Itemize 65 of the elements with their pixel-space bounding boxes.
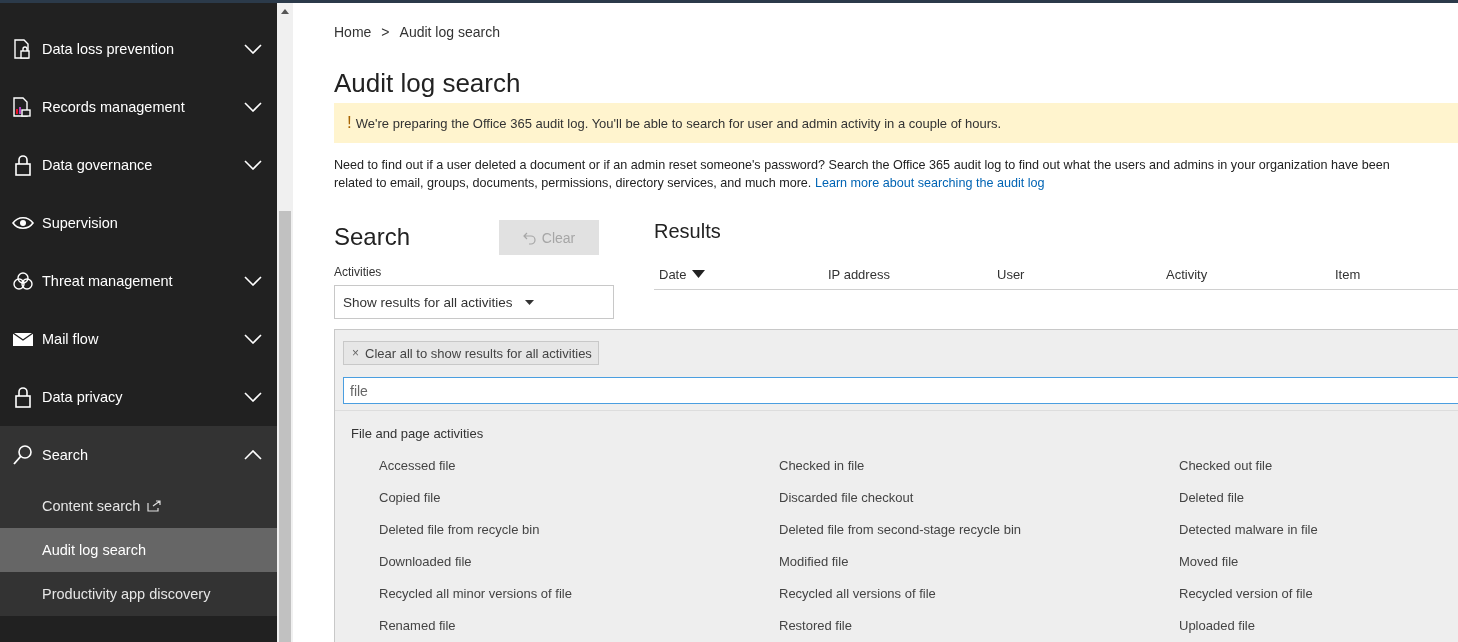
caret-icon: [524, 299, 534, 305]
page-title: Audit log search: [334, 68, 522, 99]
activity-option[interactable]: Downloaded file: [379, 554, 472, 572]
activity-option[interactable]: Uploaded file: [1179, 618, 1255, 636]
chevron-up-icon: [244, 450, 262, 460]
chevron-down-icon: [244, 334, 262, 344]
search-heading: Search: [334, 223, 411, 251]
activities-dropdown[interactable]: Show results for all activities: [334, 285, 614, 319]
sidebar-item[interactable]: Threat management: [0, 252, 277, 310]
clear-all-chip[interactable]: × Clear all to show results for all activities: [343, 341, 599, 365]
filter-field[interactable]: file: [343, 377, 1458, 404]
sidebar-subitem[interactable]: Audit log search: [0, 528, 277, 572]
sidebar-item[interactable]: Mail flow: [0, 310, 277, 368]
scrollbar[interactable]: [277, 3, 293, 642]
column-header[interactable]: Date: [654, 259, 823, 289]
activities-label: Activities: [334, 265, 383, 279]
sidebar-subitem[interactable]: Productivity app discovery: [0, 572, 277, 616]
activity-option[interactable]: Deleted file from recycle bin: [379, 522, 540, 540]
activity-option[interactable]: Accessed file: [379, 458, 456, 476]
activity-option[interactable]: Modified file: [779, 554, 849, 572]
activity-option[interactable]: Recycled all minor versions of file: [379, 586, 572, 604]
breadcrumb-separator: >: [381, 24, 390, 40]
activity-option[interactable]: Checked in file: [779, 458, 865, 476]
breadcrumb-link[interactable]: Audit log search: [399, 24, 500, 40]
activity-option[interactable]: Recycled version of file: [1179, 586, 1313, 604]
activity-option[interactable]: Moved file: [1179, 554, 1239, 572]
search-icon: [12, 444, 34, 466]
sidebar-item[interactable]: Supervision: [0, 194, 277, 252]
column-header[interactable]: IP address: [823, 259, 992, 289]
sidebar-item[interactable]: Records management: [0, 78, 277, 136]
group-heading: File and page activities: [351, 426, 484, 441]
learn-more-link[interactable]: Learn more about searching the audit log: [814, 176, 1045, 190]
activity-option[interactable]: Renamed file: [379, 618, 456, 636]
description-text: Need to find out if a user deleted a document or if an admin reset someone's password? Search the Office 365 audit log to find out what the users and admins in your organization have been related to email, groups, documents, permissions, directory services, and much more. Learn more about searching the audit log: [334, 157, 1391, 192]
activity-option[interactable]: Checked out file: [1179, 458, 1273, 476]
activity-option[interactable]: Detected malware in file: [1179, 522, 1318, 540]
chevron-down-icon: [244, 44, 262, 54]
lock-icon: [12, 386, 34, 408]
sidebar-item[interactable]: Data loss prevention: [0, 20, 277, 78]
activity-option[interactable]: Copied file: [379, 490, 441, 508]
results-heading: Results: [654, 220, 722, 243]
column-header[interactable]: User: [992, 259, 1161, 289]
chevron-down-icon: [244, 392, 262, 402]
sidebar-item[interactable]: Data privacy: [0, 368, 277, 426]
activity-option[interactable]: Recycled all versions of file: [779, 586, 936, 604]
chevron-down-icon: [244, 276, 262, 286]
chevron-down-icon: [244, 160, 262, 170]
sidebar-subitem[interactable]: Content search: [0, 484, 277, 528]
column-header[interactable]: Activity: [1161, 259, 1330, 289]
activity-option[interactable]: Discarded file checkout: [779, 490, 914, 508]
activity-option[interactable]: Restored file: [779, 618, 852, 636]
activity-option[interactable]: Deleted file: [1179, 490, 1245, 508]
biohazard-icon: [12, 270, 34, 292]
warning-icon: !: [347, 113, 352, 133]
sidebar-item[interactable]: Search: [0, 426, 277, 484]
sidebar-item[interactable]: Data governance: [0, 136, 277, 194]
column-header[interactable]: Item: [1330, 259, 1458, 289]
lock-icon: [12, 154, 34, 176]
chevron-down-icon: [244, 102, 262, 112]
banner-text: We're preparing the Office 365 audit log. You'll be able to search for user and admin activity in a couple of hours.: [355, 115, 1002, 131]
sort-descending-icon: [692, 270, 706, 278]
breadcrumb-link[interactable]: Home: [334, 24, 372, 40]
undo-icon: [522, 230, 537, 245]
activity-option[interactable]: Deleted file from second-stage recycle bin: [779, 522, 1022, 540]
chart-lock-icon: [12, 96, 34, 118]
